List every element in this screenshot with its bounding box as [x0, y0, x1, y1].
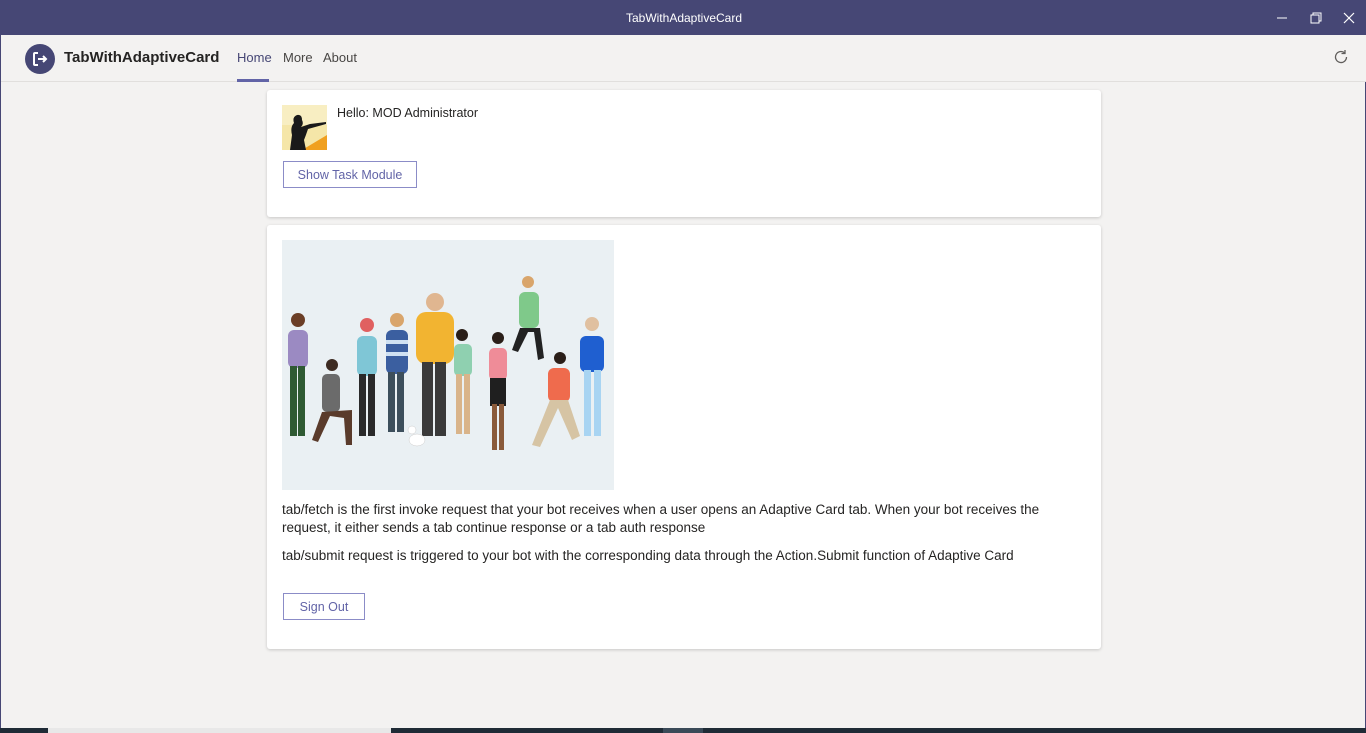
refresh-icon	[1334, 50, 1348, 64]
close-icon	[1343, 12, 1355, 24]
tab-fetch-description: tab/fetch is the first invoke request th…	[282, 502, 1040, 535]
sign-out-button[interactable]: Sign Out	[283, 593, 365, 620]
taskbar-search[interactable]	[48, 728, 391, 733]
minimize-button[interactable]	[1272, 8, 1292, 28]
taskbar	[0, 728, 1366, 733]
show-task-module-button[interactable]: Show Task Module	[283, 161, 417, 188]
tab-home[interactable]: Home	[237, 50, 272, 65]
hello-text: Hello: MOD Administrator	[337, 106, 479, 120]
user-avatar	[282, 105, 327, 150]
close-button[interactable]	[1339, 8, 1359, 28]
active-tab-indicator	[237, 79, 269, 82]
restore-button[interactable]	[1306, 8, 1326, 28]
sign-out-arrow-icon	[33, 52, 48, 66]
restore-icon	[1310, 12, 1322, 24]
tab-submit-description: tab/submit request is triggered to your …	[282, 548, 1014, 563]
tab-more[interactable]: More	[283, 50, 313, 65]
tab-content: Hello: MOD Administrator Show Task Modul…	[1, 83, 1365, 728]
app-header: TabWithAdaptiveCard Home More About	[1, 35, 1366, 82]
team-illustration	[282, 240, 614, 490]
refresh-button[interactable]	[1333, 49, 1351, 67]
info-card: tab/fetch is the first invoke request th…	[267, 225, 1101, 649]
greeting-card: Hello: MOD Administrator Show Task Modul…	[267, 90, 1101, 217]
taskbar-app[interactable]	[663, 728, 703, 733]
app-name: TabWithAdaptiveCard	[64, 49, 220, 66]
title-bar: TabWithAdaptiveCard	[1, 1, 1366, 35]
minimize-icon	[1277, 17, 1287, 19]
app-window: TabWithAdaptiveCard TabWithAdaptiveCard …	[0, 0, 1366, 728]
app-logo[interactable]	[25, 44, 55, 74]
tab-about[interactable]: About	[323, 50, 357, 65]
window-title: TabWithAdaptiveCard	[625, 11, 743, 25]
